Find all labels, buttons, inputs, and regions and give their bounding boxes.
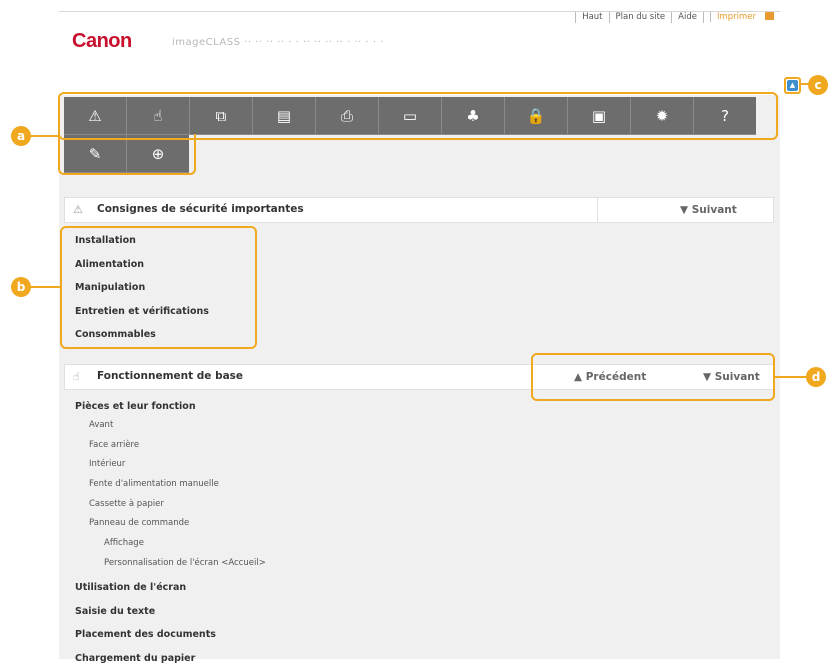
canon-logo: Canon bbox=[72, 30, 132, 53]
print-label: Imprimer bbox=[710, 12, 762, 22]
link-personnalisation[interactable]: Personnalisation de l'écran <Accueil> bbox=[104, 554, 266, 574]
callout-d: d bbox=[806, 367, 826, 387]
warning-icon: ⚠ bbox=[73, 203, 86, 216]
link-placement-documents[interactable]: Placement des documents bbox=[75, 623, 216, 647]
link-affichage[interactable]: Affichage bbox=[104, 534, 266, 554]
top-link-help[interactable]: Aide bbox=[671, 12, 703, 23]
product-name: imageCLASS ·· ·· ·· ·· · · ·· ·· ·· ·· ·… bbox=[172, 37, 384, 48]
link-chargement-papier[interactable]: Chargement du papier bbox=[75, 647, 216, 670]
print-link[interactable]: Imprimer bbox=[703, 12, 780, 23]
link-utilisation-ecran[interactable]: Utilisation de l'écran bbox=[75, 576, 216, 600]
callout-line-b bbox=[30, 286, 60, 288]
panel-sub-list: Affichage Personnalisation de l'écran <A… bbox=[104, 534, 266, 573]
more-links: Utilisation de l'écran Saisie du texte P… bbox=[75, 576, 216, 670]
link-panneau[interactable]: Panneau de commande bbox=[89, 514, 219, 534]
callout-b: b bbox=[11, 277, 31, 297]
callout-c: c bbox=[808, 75, 828, 95]
hand-pointer-icon: ☝ bbox=[73, 370, 86, 383]
link-parts[interactable]: Pièces et leur fonction bbox=[75, 401, 196, 412]
section-title-safety: Consignes de sécurité importantes bbox=[97, 203, 304, 215]
callout-box-b bbox=[60, 226, 257, 349]
callout-box-a-lower bbox=[58, 134, 196, 175]
section-bar-safety: ⚠ Consignes de sécurité importantes ▼ Su… bbox=[64, 197, 774, 223]
top-links: Haut Plan du site Aide Imprimer bbox=[575, 12, 780, 23]
callout-line-d bbox=[773, 376, 807, 378]
callout-box-a bbox=[58, 92, 778, 140]
section-title-basic: Fonctionnement de base bbox=[97, 370, 243, 382]
callout-line-a bbox=[28, 135, 60, 137]
top-link-haut[interactable]: Haut bbox=[575, 12, 608, 23]
next-button-safety[interactable]: ▼ Suivant bbox=[680, 198, 737, 222]
callout-box-c bbox=[784, 77, 801, 94]
print-icon bbox=[765, 12, 774, 20]
top-link-sitemap[interactable]: Plan du site bbox=[609, 12, 672, 23]
link-face-arriere[interactable]: Face arrière bbox=[89, 436, 219, 456]
link-saisie-texte[interactable]: Saisie du texte bbox=[75, 600, 216, 624]
next-label: Suivant bbox=[692, 204, 737, 216]
link-fente[interactable]: Fente d'alimentation manuelle bbox=[89, 475, 219, 495]
callout-box-d bbox=[531, 353, 775, 401]
nav-divider bbox=[597, 198, 598, 222]
link-cassette[interactable]: Cassette à papier bbox=[89, 495, 219, 515]
link-interieur[interactable]: Intérieur bbox=[89, 455, 219, 475]
callout-a: a bbox=[11, 126, 31, 146]
parts-sub-list: Avant Face arrière Intérieur Fente d'ali… bbox=[89, 416, 219, 534]
link-avant[interactable]: Avant bbox=[89, 416, 219, 436]
